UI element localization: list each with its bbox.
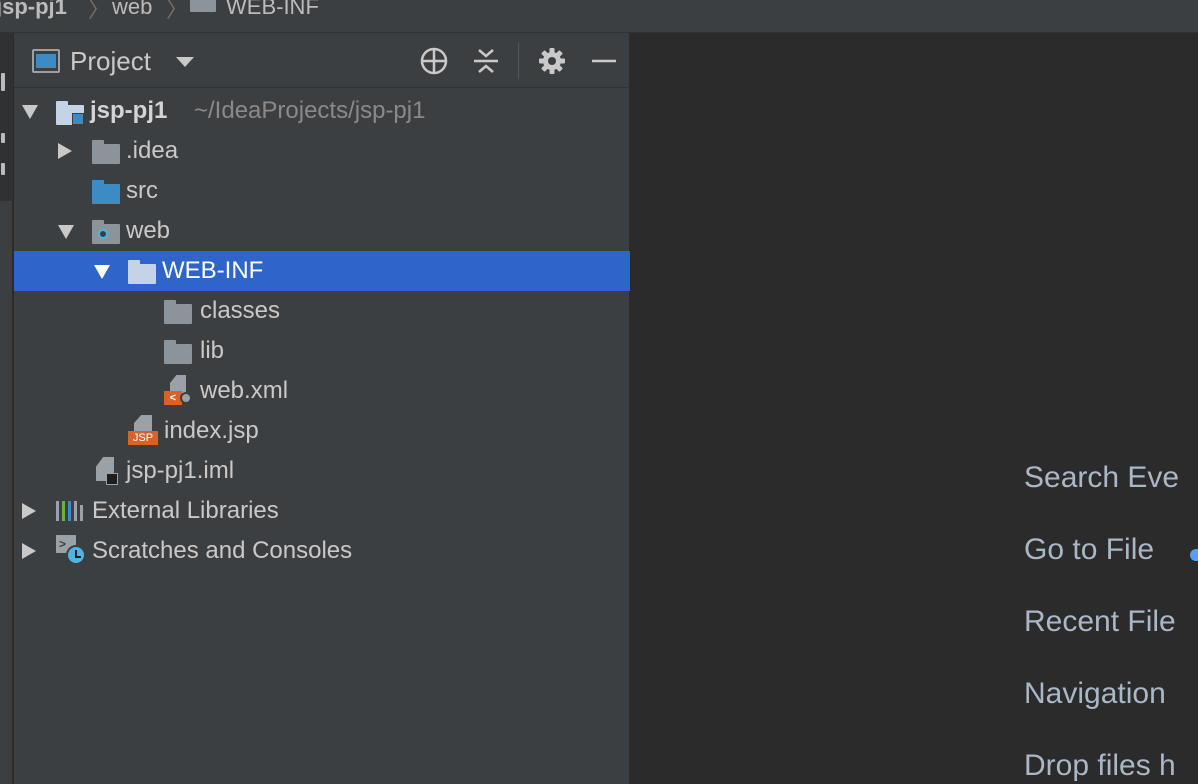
breadcrumb-separator: 〉 [88,0,111,22]
module-folder-icon [56,99,84,125]
tree-item-classes[interactable]: classes [14,291,630,331]
tree-item-external-libraries[interactable]: External Libraries [14,491,630,531]
folder-icon [92,139,120,164]
expand-arrow-icon[interactable] [94,265,110,279]
module-file-icon [92,455,124,487]
tree-item-web-xml[interactable]: < web.xml [14,371,630,411]
tree-item-label: Scratches and Consoles [92,537,353,564]
tab-glyph [1,133,5,143]
expand-arrow-icon[interactable] [58,225,74,239]
tree-item-index-jsp[interactable]: JSP index.jsp [14,411,630,451]
module-name: jsp-pj1 [90,97,168,124]
editor-empty-area: Search Eve Go to File Recent File Naviga… [632,33,1198,784]
hint-go-to-file: Go to File [1024,533,1155,566]
tab-glyph [1,73,5,91]
collapse-all-icon [474,49,498,73]
expand-arrow-icon[interactable] [22,503,36,519]
breadcrumb-separator: 〉 [166,0,189,22]
tree-item-label: External Libraries [92,497,279,524]
folder-icon [164,339,192,364]
tree-item-web-inf[interactable]: WEB-INF [14,251,630,291]
tree-item-label: web.xml [200,377,289,404]
gear-icon [539,48,565,74]
header-divider [518,43,519,79]
breadcrumb-item-web[interactable]: web [112,0,152,20]
expand-arrow-icon[interactable] [22,105,38,119]
jsp-file-icon: JSP [128,415,160,447]
tree-item-web[interactable]: web [14,211,630,251]
project-tool-tab[interactable] [0,33,13,201]
tree-item-idea[interactable]: .idea [14,131,630,171]
project-tool-window: Project jsp-pj1 ~/IdeaProjects/jsp-pj1 .… [14,33,630,784]
tree-item-label: src [126,177,158,204]
navigation-breadcrumb: jsp-pj1 〉 web 〉 WEB-INF [0,0,1198,33]
expand-arrow-icon[interactable] [22,543,36,559]
folder-icon [128,259,156,284]
tree-item-iml[interactable]: jsp-pj1.iml [14,451,630,491]
tree-item-label: jsp-pj1.iml [126,457,235,484]
shortcut-key-icon [1190,549,1198,561]
folder-icon [190,0,216,12]
source-folder-icon [92,179,120,204]
jsp-badge: JSP [128,431,158,445]
xml-file-icon: < [164,375,196,407]
tree-item-scratches[interactable]: > Scratches and Consoles [14,531,630,571]
tree-item-label: .idea [126,137,179,164]
crosshair-icon [420,47,448,75]
select-opened-file-button[interactable] [418,45,450,77]
left-tool-strip [0,33,13,784]
folder-icon [164,299,192,324]
module-path: ~/IdeaProjects/jsp-pj1 [194,97,426,124]
tree-item-lib[interactable]: lib [14,331,630,371]
tree-item-label: WEB-INF [162,257,264,284]
tree-item-label: web [126,217,171,244]
expand-arrow-icon[interactable] [58,143,72,159]
tab-glyph [1,163,5,175]
hide-panel-button[interactable] [588,45,620,77]
breadcrumb-item-project[interactable]: jsp-pj1 [0,0,67,20]
breadcrumb-item-web-inf[interactable]: WEB-INF [226,0,319,20]
project-view-selector[interactable]: Project [70,46,151,77]
hint-drop-files: Drop files h [1024,749,1176,782]
tree-item-src[interactable]: src [14,171,630,211]
tree-item-label: classes [200,297,281,324]
project-window-icon [32,49,60,73]
hint-search-everywhere: Search Eve [1024,461,1180,494]
hint-recent-files: Recent File [1024,605,1176,638]
settings-button[interactable] [536,45,568,77]
collapse-all-button[interactable] [470,45,502,77]
hint-navigation-bar: Navigation [1024,677,1166,710]
library-icon [56,499,84,523]
minimize-icon [592,59,616,63]
project-panel-header: Project [14,33,630,88]
scratches-icon: > [54,535,88,567]
web-folder-icon [92,219,120,244]
chevron-down-icon[interactable] [176,57,194,69]
tree-item-root-module[interactable]: jsp-pj1 ~/IdeaProjects/jsp-pj1 [14,91,630,131]
tree-item-label: lib [200,337,225,364]
tree-item-label: index.jsp [164,417,259,444]
